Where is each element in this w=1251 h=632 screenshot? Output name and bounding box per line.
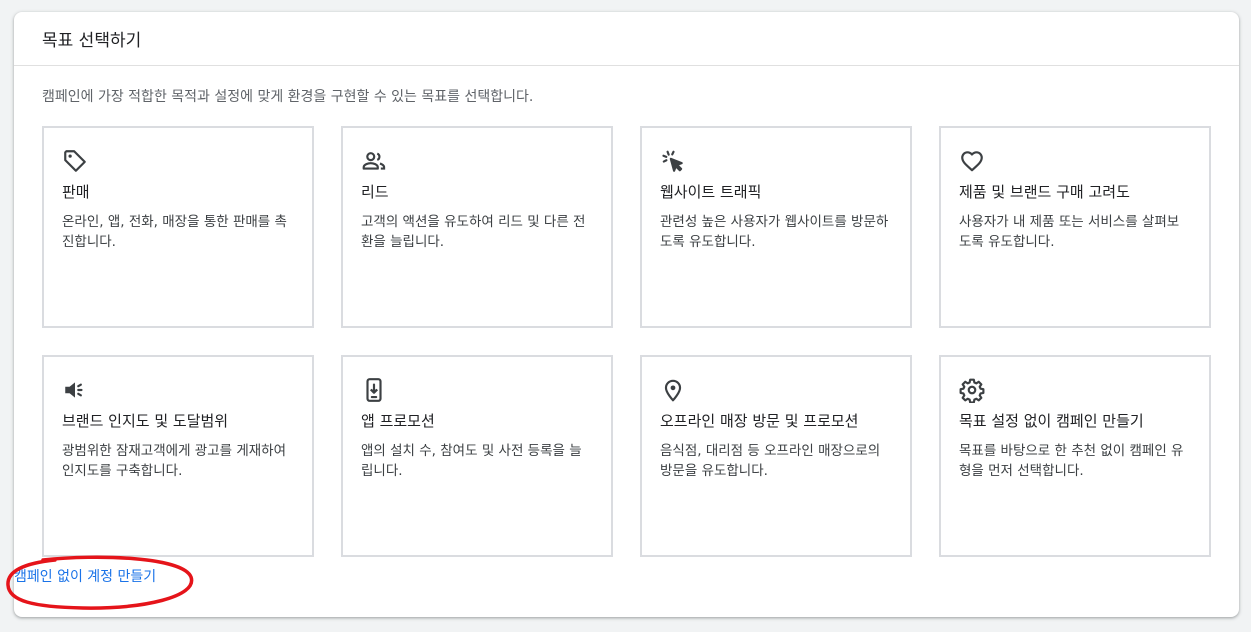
goal-tile-title: 판매 [62,183,90,201]
goal-tile-desc: 광범위한 잠재고객에게 광고를 게재하여 인지도를 구축합니다. [62,443,287,479]
heart-icon [959,148,985,174]
megaphone-icon [62,377,88,403]
tag-icon [62,148,88,174]
goal-grid: 판매 온라인, 앱, 전화, 매장을 통한 판매를 촉진합니다. 리드 고객의 … [42,126,1211,557]
goal-tile-sales[interactable]: 판매 온라인, 앱, 전화, 매장을 통한 판매를 촉진합니다. [42,126,314,328]
goal-tile-title: 브랜드 인지도 및 도달범위 [62,412,229,430]
cursor-click-icon [660,148,686,174]
goal-tile-local-store-visits[interactable]: 오프라인 매장 방문 및 프로모션 음식점, 대리점 등 오프라인 매장으로의 … [640,355,912,557]
goal-tile-title: 목표 설정 없이 캠페인 만들기 [959,412,1144,430]
goal-tile-desc: 목표를 바탕으로 한 추천 없이 캠페인 유형을 먼저 선택합니다. [959,443,1184,479]
goal-tile-desc: 음식점, 대리점 등 오프라인 매장으로의 방문을 유도합니다. [660,443,881,479]
people-icon [361,148,387,174]
goal-tile-no-goal[interactable]: 목표 설정 없이 캠페인 만들기 목표를 바탕으로 한 추천 없이 캠페인 유형… [939,355,1211,557]
goal-tile-desc: 고객의 액션을 유도하여 리드 및 다른 전환을 늘립니다. [361,214,586,250]
gear-icon [959,377,985,403]
goal-tile-desc: 사용자가 내 제품 또는 서비스를 살펴보도록 유도합니다. [959,214,1180,250]
phone-download-icon [361,377,387,403]
goal-tile-desc: 온라인, 앱, 전화, 매장을 통한 판매를 촉진합니다. [62,214,287,250]
goal-tile-app-promotion[interactable]: 앱 프로모션 앱의 설치 수, 참여도 및 사전 등록을 늘립니다. [341,355,613,557]
location-pin-icon [660,377,686,403]
goal-tile-title: 웹사이트 트래픽 [660,183,762,201]
goal-tile-title: 리드 [361,183,389,201]
goal-tile-title: 앱 프로모션 [361,412,435,430]
goal-tile-desc: 앱의 설치 수, 참여도 및 사전 등록을 늘립니다. [361,443,582,479]
goal-selection-card: 목표 선택하기 캠페인에 가장 적합한 목적과 설정에 맞게 환경을 구현할 수… [14,12,1239,617]
goal-tile-title: 제품 및 브랜드 구매 고려도 [959,183,1130,201]
goal-tile-website-traffic[interactable]: 웹사이트 트래픽 관련성 높은 사용자가 웹사이트를 방문하도록 유도합니다. [640,126,912,328]
create-account-without-campaign-link[interactable]: 캠페인 없이 계정 만들기 [14,566,156,586]
goal-tile-brand-awareness[interactable]: 브랜드 인지도 및 도달범위 광범위한 잠재고객에게 광고를 게재하여 인지도를… [42,355,314,557]
goal-description: 캠페인에 가장 적합한 목적과 설정에 맞게 환경을 구현할 수 있는 목표를 … [42,89,534,105]
goal-tile-leads[interactable]: 리드 고객의 액션을 유도하여 리드 및 다른 전환을 늘립니다. [341,126,613,328]
goal-tile-consideration[interactable]: 제품 및 브랜드 구매 고려도 사용자가 내 제품 또는 서비스를 살펴보도록 … [939,126,1211,328]
goal-tile-desc: 관련성 높은 사용자가 웹사이트를 방문하도록 유도합니다. [660,214,889,250]
page-title: 목표 선택하기 [42,31,142,51]
card-header: 목표 선택하기 [14,12,1239,66]
goal-tile-title: 오프라인 매장 방문 및 프로모션 [660,412,859,430]
